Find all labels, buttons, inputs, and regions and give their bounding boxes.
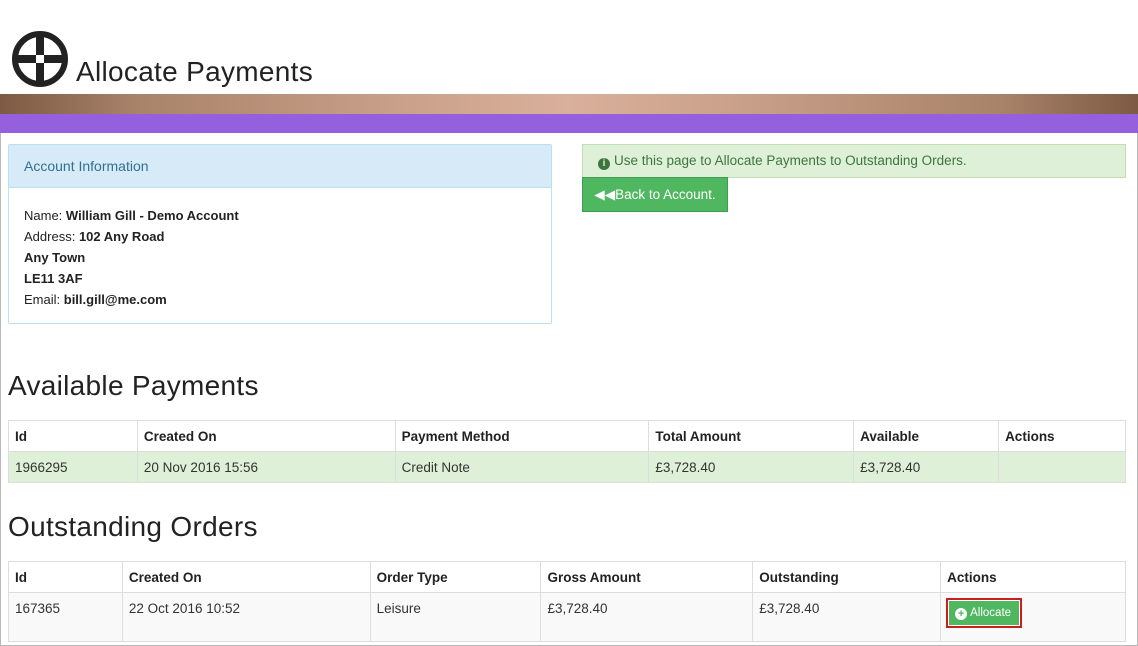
payment-method: Credit Note (394, 451, 650, 483)
address-line-3: LE11 3AF (24, 271, 83, 286)
col-payment-method: Payment Method (394, 420, 650, 452)
page-header: Allocate Payments (0, 0, 1138, 94)
payment-actions (998, 451, 1126, 483)
order-type: Leisure (369, 592, 542, 642)
account-address-row: Address: 102 Any Road (24, 226, 536, 247)
col-gross-amount: Gross Amount (540, 561, 754, 593)
table-header-row: Id Created On Payment Method Total Amoun… (8, 420, 1126, 452)
allocate-button-label: Allocate (970, 607, 1012, 619)
decorative-banner (0, 94, 1138, 114)
name-label: Name: (24, 208, 63, 223)
account-info-heading: Account Information (9, 145, 551, 188)
address-line-1: 102 Any Road (78, 229, 165, 244)
col-order-type: Order Type (369, 561, 542, 593)
payment-available: £3,728.40 (853, 451, 1000, 483)
account-name-row: Name: William Gill - Demo Account (24, 205, 536, 226)
back-to-account-button[interactable]: ◀◀Back to Account. (582, 177, 728, 212)
order-gross: £3,728.40 (540, 592, 754, 642)
info-circle-icon: i (598, 158, 610, 170)
account-info-panel: Account Information Name: William Gill -… (8, 144, 552, 324)
order-id: 167365 (8, 592, 123, 642)
double-chevron-left-icon: ◀◀ (594, 187, 616, 202)
page-title: Allocate Payments (76, 56, 313, 87)
back-button-label: Back to Account. (615, 187, 716, 202)
alert-text: Use this page to Allocate Payments to Ou… (614, 153, 967, 168)
order-outstanding: £3,728.40 (752, 592, 942, 642)
order-actions: + Allocate (940, 592, 1126, 642)
col-id: Id (8, 561, 123, 593)
info-alert: i Use this page to Allocate Payments to O… (582, 144, 1126, 178)
col-created-on: Created On (136, 420, 396, 452)
available-payments-heading: Available Payments (8, 370, 259, 401)
nav-bar (0, 114, 1138, 133)
account-email-row: Email: bill.gill@me.com (24, 289, 536, 310)
payment-id: 1966295 (8, 451, 138, 483)
col-available: Available (853, 420, 1000, 452)
col-total-amount: Total Amount (648, 420, 855, 452)
outstanding-orders-heading: Outstanding Orders (8, 511, 258, 542)
col-id: Id (8, 420, 138, 452)
allocate-button[interactable]: + Allocate (949, 601, 1020, 625)
address-line-2: Any Town (24, 250, 86, 265)
outstanding-orders-table: Id Created On Order Type Gross Amount Ou… (8, 561, 1126, 642)
account-details: Name: William Gill - Demo Account Addres… (9, 188, 551, 310)
table-row: 167365 22 Oct 2016 10:52 Leisure £3,728.… (8, 592, 1126, 642)
col-outstanding: Outstanding (752, 561, 942, 593)
available-payments-table: Id Created On Payment Method Total Amoun… (8, 420, 1126, 483)
payment-created-on: 20 Nov 2016 15:56 (136, 451, 396, 483)
col-actions: Actions (998, 420, 1126, 452)
plus-circle-icon: + (955, 608, 968, 620)
order-created-on: 22 Oct 2016 10:52 (121, 592, 371, 642)
allocate-highlight: + Allocate (946, 598, 1023, 628)
payment-total: £3,728.40 (648, 451, 855, 483)
account-email: bill.gill@me.com (63, 292, 167, 307)
email-label: Email: (24, 292, 61, 307)
table-row[interactable]: 1966295 20 Nov 2016 15:56 Credit Note £3… (8, 451, 1126, 483)
table-header-row: Id Created On Order Type Gross Amount Ou… (8, 561, 1126, 593)
address-label: Address: (24, 229, 76, 244)
crosshair-logo-icon (12, 31, 68, 87)
col-actions: Actions (940, 561, 1126, 593)
account-name: William Gill - Demo Account (65, 208, 239, 223)
col-created-on: Created On (121, 561, 371, 593)
